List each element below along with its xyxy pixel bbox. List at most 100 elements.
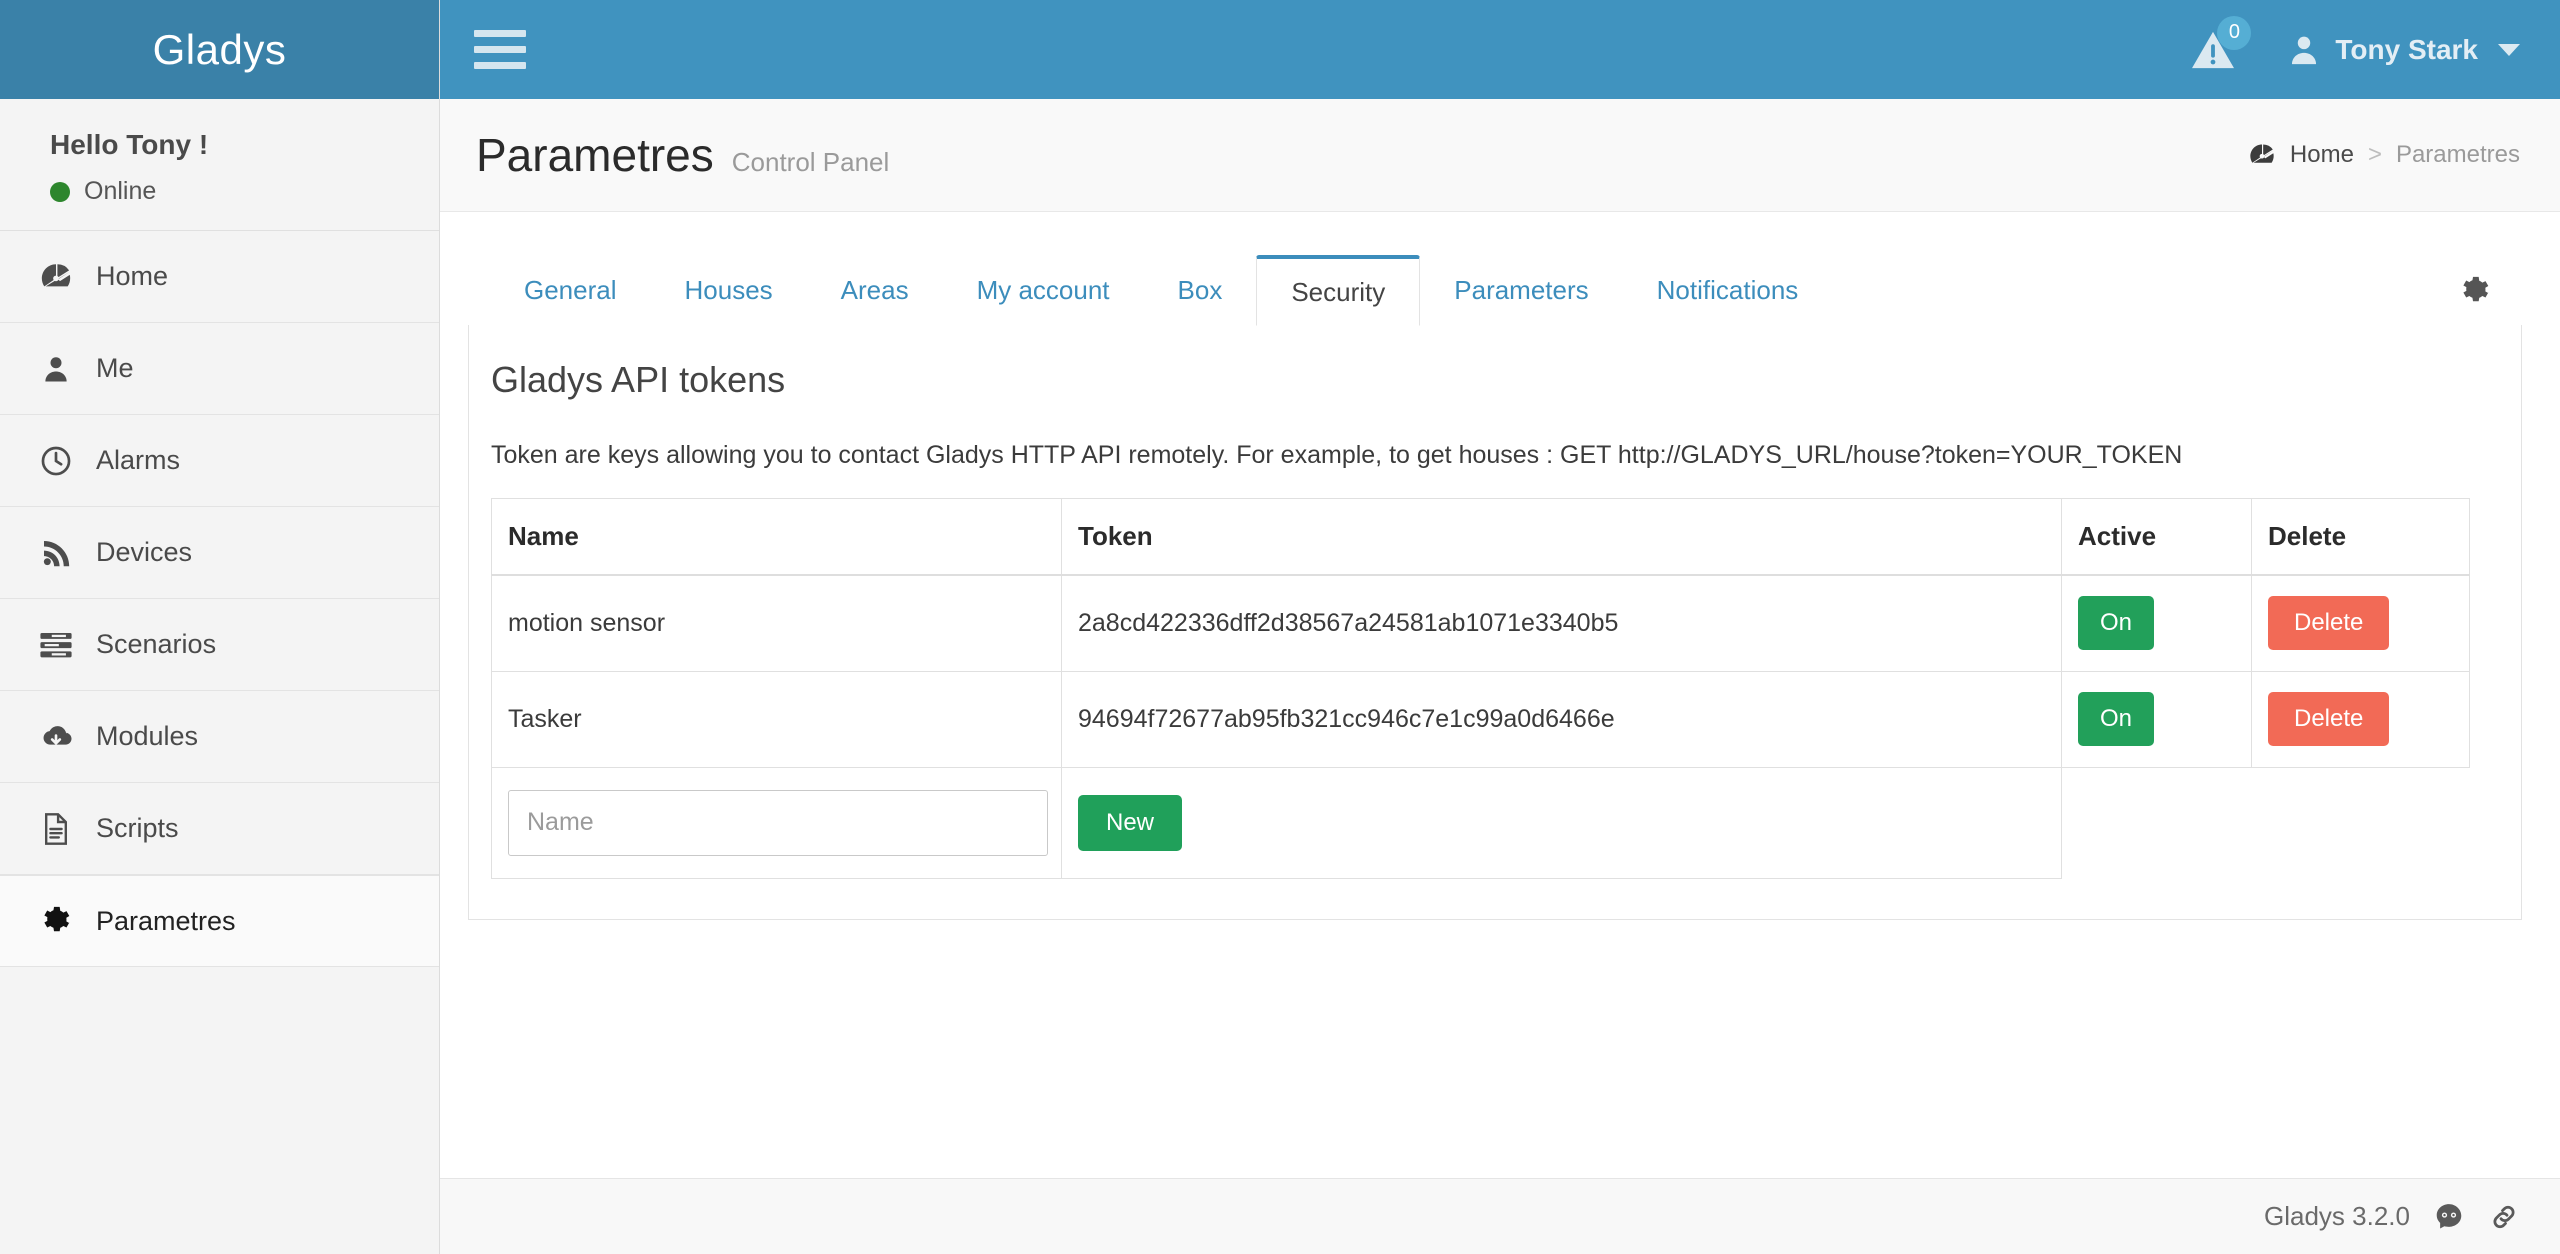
link-icon[interactable] — [2488, 1202, 2520, 1232]
token-value-cell: 2a8cd422336dff2d38567a24581ab1071e3340b5 — [1061, 574, 2062, 672]
column-header-delete: Delete — [2251, 498, 2470, 576]
tab-box[interactable]: Box — [1144, 255, 1257, 326]
user-menu-label: Tony Stark — [2335, 33, 2478, 65]
user-menu-button[interactable]: Tony Stark — [2287, 31, 2520, 69]
new-token-row: New — [491, 766, 2470, 879]
token-active-cell: On — [2061, 670, 2252, 768]
sidebar-item-label: Modules — [96, 721, 199, 751]
gear-icon — [30, 904, 82, 938]
sidebar-item-scenarios[interactable]: Scenarios — [0, 599, 439, 691]
card-description: Token are keys allowing you to contact G… — [491, 441, 2183, 469]
user-panel: Hello Tony ! Online — [0, 99, 439, 231]
dashboard-icon — [2248, 141, 2276, 169]
top-navbar: 0 Tony Stark — [440, 0, 2560, 99]
app-root: Gladys Hello Tony ! Online Home Me Alarm… — [0, 0, 2560, 1254]
rss-icon — [30, 537, 82, 569]
card-title: Gladys API tokens — [491, 359, 786, 400]
sidebar-item-label: Alarms — [96, 445, 181, 475]
table-row: Tasker 94694f72677ab95fb321cc946c7e1c99a… — [491, 670, 2470, 768]
list-icon — [30, 630, 82, 660]
sidebar-nav: Home Me Alarms Devices Scenarios Modules… — [0, 231, 439, 967]
sidebar-item-label: Scenarios — [96, 629, 217, 659]
breadcrumb: Home > Parametres — [2248, 141, 2520, 169]
api-tokens-table: Name Token Active Delete motion sensor 2… — [491, 498, 2470, 879]
page-title: Parametres — [476, 129, 714, 181]
sidebar-item-home[interactable]: Home — [0, 231, 439, 323]
sidebar-item-label: Devices — [96, 537, 193, 567]
sidebar: Gladys Hello Tony ! Online Home Me Alarm… — [0, 0, 440, 1254]
breadcrumb-current: Parametres — [2395, 141, 2520, 168]
new-token-blank-cell — [2061, 766, 2252, 878]
avatar-icon — [2292, 36, 2317, 64]
token-name-cell: Tasker — [491, 670, 1062, 768]
tab-general[interactable]: General — [490, 255, 651, 326]
breadcrumb-home-link[interactable]: Home — [2290, 141, 2354, 169]
page-title-group: Parametres Control Panel — [476, 128, 889, 182]
hamburger-icon[interactable] — [474, 30, 526, 69]
settings-gear-icon[interactable] — [2458, 274, 2492, 313]
new-token-button-cell: New — [1061, 766, 2062, 879]
topbar-right-group: 0 Tony Stark — [2185, 15, 2520, 78]
tab-panel-security: Gladys API tokens Token are keys allowin… — [468, 325, 2522, 920]
tab-security[interactable]: Security — [1256, 255, 1421, 326]
tab-areas[interactable]: Areas — [807, 255, 943, 326]
sidebar-item-modules[interactable]: Modules — [0, 691, 439, 783]
delete-token-button[interactable]: Delete — [2268, 596, 2390, 651]
new-token-name-input[interactable] — [508, 789, 1048, 856]
online-status-dot — [50, 181, 70, 202]
table-row: motion sensor 2a8cd422336dff2d38567a2458… — [491, 574, 2470, 672]
table-header-row: Name Token Active Delete — [491, 498, 2470, 576]
sidebar-item-devices[interactable]: Devices — [0, 507, 439, 599]
new-token-blank-cell-2 — [2252, 767, 2470, 878]
github-icon[interactable] — [2432, 1202, 2466, 1232]
footer-version: Gladys 3.2.0 — [2264, 1201, 2410, 1231]
sidebar-item-label: Me — [96, 353, 134, 383]
token-value-cell: 94694f72677ab95fb321cc946c7e1c99a0d6466e — [1061, 670, 2062, 768]
sidebar-item-alarms[interactable]: Alarms — [0, 415, 439, 507]
column-header-token: Token — [1061, 498, 2062, 576]
token-delete-cell: Delete — [2251, 670, 2470, 768]
brand-header[interactable]: Gladys — [0, 0, 439, 99]
new-token-name-cell — [491, 766, 1062, 879]
user-icon — [30, 352, 82, 386]
tab-parameters[interactable]: Parameters — [1420, 255, 1622, 326]
main-area: 0 Tony Stark Parametres Control Panel Ho… — [440, 0, 2560, 1254]
token-delete-cell: Delete — [2251, 574, 2470, 672]
sidebar-item-me[interactable]: Me — [0, 323, 439, 415]
brand-name: Gladys — [152, 25, 287, 73]
delete-token-button[interactable]: Delete — [2268, 692, 2390, 746]
sidebar-item-scripts[interactable]: Scripts — [0, 783, 439, 875]
table-body: motion sensor 2a8cd422336dff2d38567a2458… — [491, 574, 2470, 879]
sidebar-item-parametres[interactable]: Parametres — [0, 875, 439, 967]
clock-icon — [30, 444, 82, 478]
sidebar-item-label: Parametres — [96, 905, 236, 936]
token-name-cell: motion sensor — [491, 574, 1062, 672]
tab-houses[interactable]: Houses — [651, 255, 807, 326]
token-active-cell: On — [2061, 574, 2252, 672]
sidebar-item-label: Home — [96, 261, 169, 291]
user-status: Online — [50, 177, 439, 206]
page-subtitle: Control Panel — [731, 147, 890, 177]
column-header-active: Active — [2061, 498, 2252, 576]
cloud-download-icon — [30, 722, 82, 752]
notification-count-badge: 0 — [2217, 15, 2252, 50]
toggle-active-button[interactable]: On — [2078, 692, 2155, 746]
chevron-down-icon — [2498, 43, 2520, 56]
file-text-icon — [30, 812, 82, 846]
api-tokens-card: Gladys API tokens Token are keys allowin… — [469, 325, 2521, 919]
breadcrumb-separator: > — [2367, 141, 2382, 168]
column-header-name: Name — [491, 498, 1062, 576]
dashboard-icon — [30, 260, 82, 294]
tab-bar: General Houses Areas My account Box Secu… — [468, 254, 2522, 326]
notifications-button[interactable]: 0 — [2185, 15, 2252, 78]
user-greeting: Hello Tony ! — [50, 129, 209, 160]
tab-my-account[interactable]: My account — [943, 255, 1144, 326]
table-head: Name Token Active Delete — [491, 498, 2470, 576]
sidebar-item-label: Scripts — [96, 813, 179, 843]
tab-notifications[interactable]: Notifications — [1623, 255, 1833, 326]
page-content: General Houses Areas My account Box Secu… — [440, 212, 2560, 1254]
online-status-label: Online — [84, 177, 157, 205]
new-token-button[interactable]: New — [1078, 794, 1183, 851]
page-footer: Gladys 3.2.0 — [440, 1178, 2560, 1254]
toggle-active-button[interactable]: On — [2078, 596, 2155, 651]
